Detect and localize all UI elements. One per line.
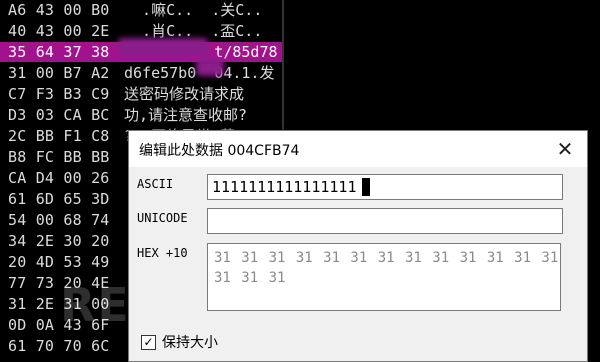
dump-hex: 35 64 37 38 — [8, 43, 110, 61]
ascii-input[interactable] — [208, 175, 562, 199]
dump-hex: B8 FC BB BB — [8, 148, 110, 166]
dump-hex: CA D4 00 26 — [8, 169, 110, 187]
dump-hex: 20 4D 53 49 — [8, 253, 110, 271]
text-caret — [362, 178, 370, 196]
dump-text: .嘛C.. .关C.. — [124, 1, 263, 19]
dump-row: C7 F3 B3 C9 送密码修改请求成 — [0, 84, 282, 104]
keep-size-label: 保持大小 — [162, 335, 218, 351]
dump-hex: C7 F3 B3 C9 — [8, 85, 110, 103]
dump-row: A6 43 00 B0 .嘛C.. .关C.. — [0, 0, 282, 20]
dump-text: 功,请注意查收邮? — [124, 106, 248, 124]
dump-hex: 61 6D 65 3D — [8, 190, 110, 208]
unicode-field[interactable] — [207, 208, 563, 234]
unicode-label: UNICODE — [137, 211, 188, 225]
dump-row: 31 00 B7 A2 d6fe57b0 04.1.发 — [0, 63, 282, 83]
hex-label: HEX +10 — [137, 246, 188, 260]
ascii-label: ASCII — [137, 177, 174, 191]
redacted-blur — [118, 38, 208, 56]
dump-hex: 61 70 70 6C — [8, 337, 110, 355]
dump-hex: 40 43 00 2E — [8, 22, 110, 40]
dump-hex: 34 2E 30 20 — [8, 232, 110, 250]
dump-text: 送密码修改请求成 — [124, 85, 245, 103]
hex-textarea[interactable]: 31 31 31 31 31 31 31 31 31 31 31 31 31 3… — [207, 243, 561, 311]
unicode-input[interactable] — [208, 209, 562, 233]
redacted-blur — [196, 58, 224, 76]
dump-hex: 31 00 B7 A2 — [8, 64, 110, 82]
dump-hex: D3 03 CA BC — [8, 106, 110, 124]
ascii-field[interactable] — [207, 174, 563, 200]
dump-hex: 54 00 68 74 — [8, 211, 110, 229]
dialog-title: 编辑此处数据 004CFB74 — [139, 143, 300, 159]
edit-data-dialog: 编辑此处数据 004CFB74 ✕ ASCII UNICODE HEX +10 … — [128, 130, 588, 362]
close-icon[interactable]: ✕ — [543, 131, 587, 167]
keep-size-checkbox[interactable]: ✓ — [141, 334, 156, 350]
dump-hex: A6 43 00 B0 — [8, 1, 110, 19]
dialog-titlebar[interactable]: 编辑此处数据 004CFB74 ✕ — [129, 131, 587, 167]
dump-row: D3 03 CA BC 功,请注意查收邮? — [0, 105, 282, 125]
dump-hex: 2C BB F1 C8 — [8, 127, 110, 145]
keep-size-option[interactable]: ✓ 保持大小 — [141, 332, 218, 352]
